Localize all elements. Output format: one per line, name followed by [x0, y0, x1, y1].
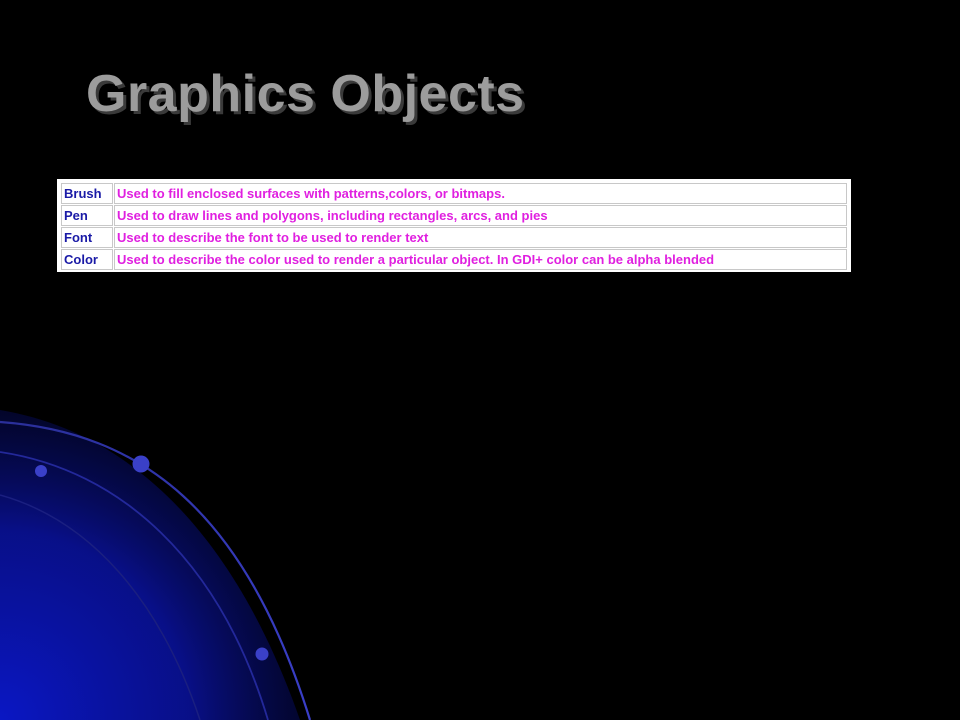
- decor-dot-1: [35, 465, 47, 477]
- graphics-objects-table: Brush Used to fill enclosed surfaces wit…: [60, 182, 848, 271]
- decor-dot-3: [255, 647, 269, 661]
- slide-title: Graphics Objects: [86, 65, 525, 123]
- object-name-cell: Pen: [61, 205, 113, 226]
- object-description-cell: Used to draw lines and polygons, includi…: [114, 205, 847, 226]
- blue-glow-shape: [0, 410, 300, 720]
- slide: Graphics Objects Brush Used to fill encl…: [0, 0, 960, 720]
- table-row: Pen Used to draw lines and polygons, inc…: [61, 205, 847, 226]
- object-name-cell: Color: [61, 249, 113, 270]
- object-description-cell: Used to describe the font to be used to …: [114, 227, 847, 248]
- graphics-objects-table-container: Brush Used to fill enclosed surfaces wit…: [57, 179, 851, 272]
- object-description-cell: Used to fill enclosed surfaces with patt…: [114, 183, 847, 204]
- decor-dot-2: [132, 455, 150, 473]
- table-row: Color Used to describe the color used to…: [61, 249, 847, 270]
- table-row: Brush Used to fill enclosed surfaces wit…: [61, 183, 847, 204]
- table-row: Font Used to describe the font to be use…: [61, 227, 847, 248]
- object-name-cell: Font: [61, 227, 113, 248]
- object-name-cell: Brush: [61, 183, 113, 204]
- object-description-cell: Used to describe the color used to rende…: [114, 249, 847, 270]
